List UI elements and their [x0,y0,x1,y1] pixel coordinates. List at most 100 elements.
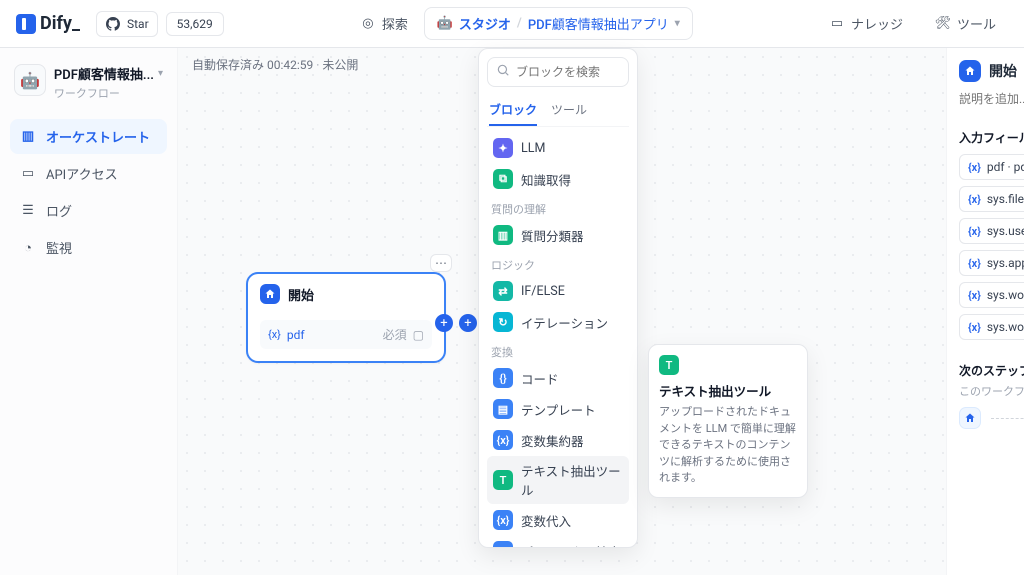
tooltip-description: アップロードされたドキュメントを LLM で簡単に理解できるテキストのコンテンツ… [659,404,797,487]
sidebar-menu: ▥ オーケストレート ▭ APIアクセス ☰ ログ ◔ 監視 [10,119,167,265]
picker-item[interactable]: ⧉知識取得 [487,164,629,194]
block-type-icon: {x} [493,430,513,450]
block-type-icon: {x} [493,510,513,530]
variable-icon: {x} [968,257,981,270]
picker-item-label: 知識取得 [521,170,571,189]
block-search[interactable] [487,57,629,87]
variable-chip[interactable]: {x}sys.user_ [959,218,1024,244]
picker-item-label: テンプレート [521,400,596,419]
github-star-count[interactable]: 53,629 [166,12,224,36]
tooltip-title: テキスト抽出ツール [659,381,797,400]
log-icon: ☰ [20,203,36,219]
node-variable-row[interactable]: {x} pdf 必須 ▢ [260,320,432,349]
sidebar-item-logs[interactable]: ☰ ログ [10,193,167,228]
picker-item-label: 質問分類器 [521,226,584,245]
nav-studio[interactable]: 🤖 スタジオ / PDF顧客情報抽出アプリ ▾ [424,7,693,40]
block-type-icon: T [493,470,513,490]
picker-section-label: 変換 [487,338,629,362]
variable-chip[interactable]: {x}sys.workf [959,314,1024,340]
variable-chip[interactable]: {x}sys.workf [959,282,1024,308]
picker-item-label: LLM [521,141,545,156]
block-type-icon: ↻ [493,312,513,332]
block-type-icon: ✦ [493,138,513,158]
nav-tools[interactable]: 🛠 ツール [923,8,1008,39]
variable-icon: {x} [968,225,981,238]
picker-item[interactable]: ⇄IF/ELSE [487,276,629,306]
sidebar-item-monitoring[interactable]: ◔ 監視 [10,230,167,265]
node-add-next-button[interactable]: + [459,314,477,332]
logo[interactable]: Dify_ [16,13,80,34]
picker-item-label: イテレーション [521,313,608,332]
hammer-icon: 🛠 [935,16,951,32]
picker-section-label: ロジック [487,251,629,275]
logo-text: Dify_ [40,13,80,34]
picker-item[interactable]: ✦ LLM [487,133,629,163]
block-type-icon: {} [493,368,513,388]
picker-item[interactable]: {}コード [487,363,629,393]
variable-icon: {x} [268,328,281,341]
start-node-chip-icon[interactable] [959,407,981,429]
github-star-button[interactable]: Star [96,11,158,37]
node-details-panel: 開始 入力フィールド {x}pdf · pdf {x}sys.files {x}sy… [946,48,1024,575]
workflow-canvas[interactable]: 自動保存済み 00:42:59 · 未公開 ⋯ 開始 {x} pdf [178,48,946,575]
top-right-nav: ▭ ナレッジ 🛠 ツール [817,8,1008,39]
node-header: 開始 [248,274,444,314]
variable-chip[interactable]: {x}pdf · pdf [959,154,1024,180]
variable-required: 必須 [383,326,407,343]
nav-explore[interactable]: ◎ 探索 [348,8,420,39]
picker-tabs: ブロック ツール [487,95,629,127]
node-more-button[interactable]: ⋯ [430,254,452,272]
input-fields-heading: 入力フィールド [959,129,1024,146]
block-type-icon: ▥ [493,225,513,245]
robot-icon: 🤖 [437,16,453,32]
node-body: {x} pdf 必須 ▢ [248,314,444,361]
picker-item[interactable]: ↻ イテレーション [487,307,629,337]
picker-item-label: テキスト抽出ツール [521,461,623,499]
description-input[interactable] [959,92,1024,106]
sidebar-item-orchestrate[interactable]: ▥ オーケストレート [10,119,167,154]
start-node[interactable]: ⋯ 開始 {x} pdf 必須 ▢ + [246,272,446,363]
picker-item[interactable]: T テキスト抽出ツール [487,456,629,504]
variable-icon: {x} [968,193,981,206]
block-picker-panel: ブロック ツール ✦ LLM ⧉知識取得質問の理解 ▥ 質問分類器ロジック⇄IF/ELS… [478,48,638,548]
details-header: 開始 [959,60,1024,82]
picker-item-label: パラメーター抽出 [521,542,621,549]
sidebar-item-api[interactable]: ▭ APIアクセス [10,156,167,191]
picker-item[interactable]: {x} 変数集約器 [487,425,629,455]
node-title: 開始 [288,285,314,304]
app-title: PDF顧客情報抽... [54,64,154,83]
variable-icon: {x} [968,289,981,302]
github-icon [105,16,121,32]
tab-tools[interactable]: ツール [551,95,587,126]
main-layout: 🤖 PDF顧客情報抽... ▾ ワークフロー ▥ オーケストレート ▭ APIア… [0,48,1024,575]
picker-item-label: 変数集約器 [521,431,584,450]
picker-item[interactable]: ◆パラメーター抽出 [487,536,629,548]
block-type-icon: ▤ [493,399,513,419]
picker-item-label: IF/ELSE [521,284,565,299]
app-subtitle: ワークフロー [54,85,163,101]
gauge-icon: ◔ [20,240,36,256]
picker-item[interactable]: ▤ テンプレート [487,394,629,424]
picker-item[interactable]: {x}変数代入 [487,505,629,535]
variable-name: pdf [287,328,305,342]
nav-app-name: PDF顧客情報抽出アプリ [528,14,669,33]
picker-item[interactable]: ▥ 質問分類器 [487,220,629,250]
variable-icon: {x} [968,161,981,174]
variable-chip[interactable]: {x}sys.app_ [959,250,1024,276]
book-icon: ▭ [829,16,845,32]
top-center-nav: ◎ 探索 🤖 スタジオ / PDF顧客情報抽出アプリ ▾ [232,7,809,40]
app-icon: 🤖 [14,64,46,96]
file-type-icon: ▢ [413,328,424,342]
next-step-subtext: このワークフロー [959,383,1024,399]
home-icon [959,60,981,82]
search-icon [496,63,510,81]
picker-section-label: 質問の理解 [487,195,629,219]
variable-chip[interactable]: {x}sys.files [959,186,1024,212]
nav-knowledge[interactable]: ▭ ナレッジ [817,8,915,39]
node-add-output-button[interactable]: + [435,314,453,332]
tab-blocks[interactable]: ブロック [489,95,537,126]
app-header[interactable]: 🤖 PDF顧客情報抽... ▾ ワークフロー [10,60,167,115]
chevron-down-icon[interactable]: ▾ [158,68,163,79]
top-navigation: Dify_ Star 53,629 ◎ 探索 🤖 スタジオ / PDF顧客情報抽… [0,0,1024,48]
block-search-input[interactable] [516,65,638,79]
